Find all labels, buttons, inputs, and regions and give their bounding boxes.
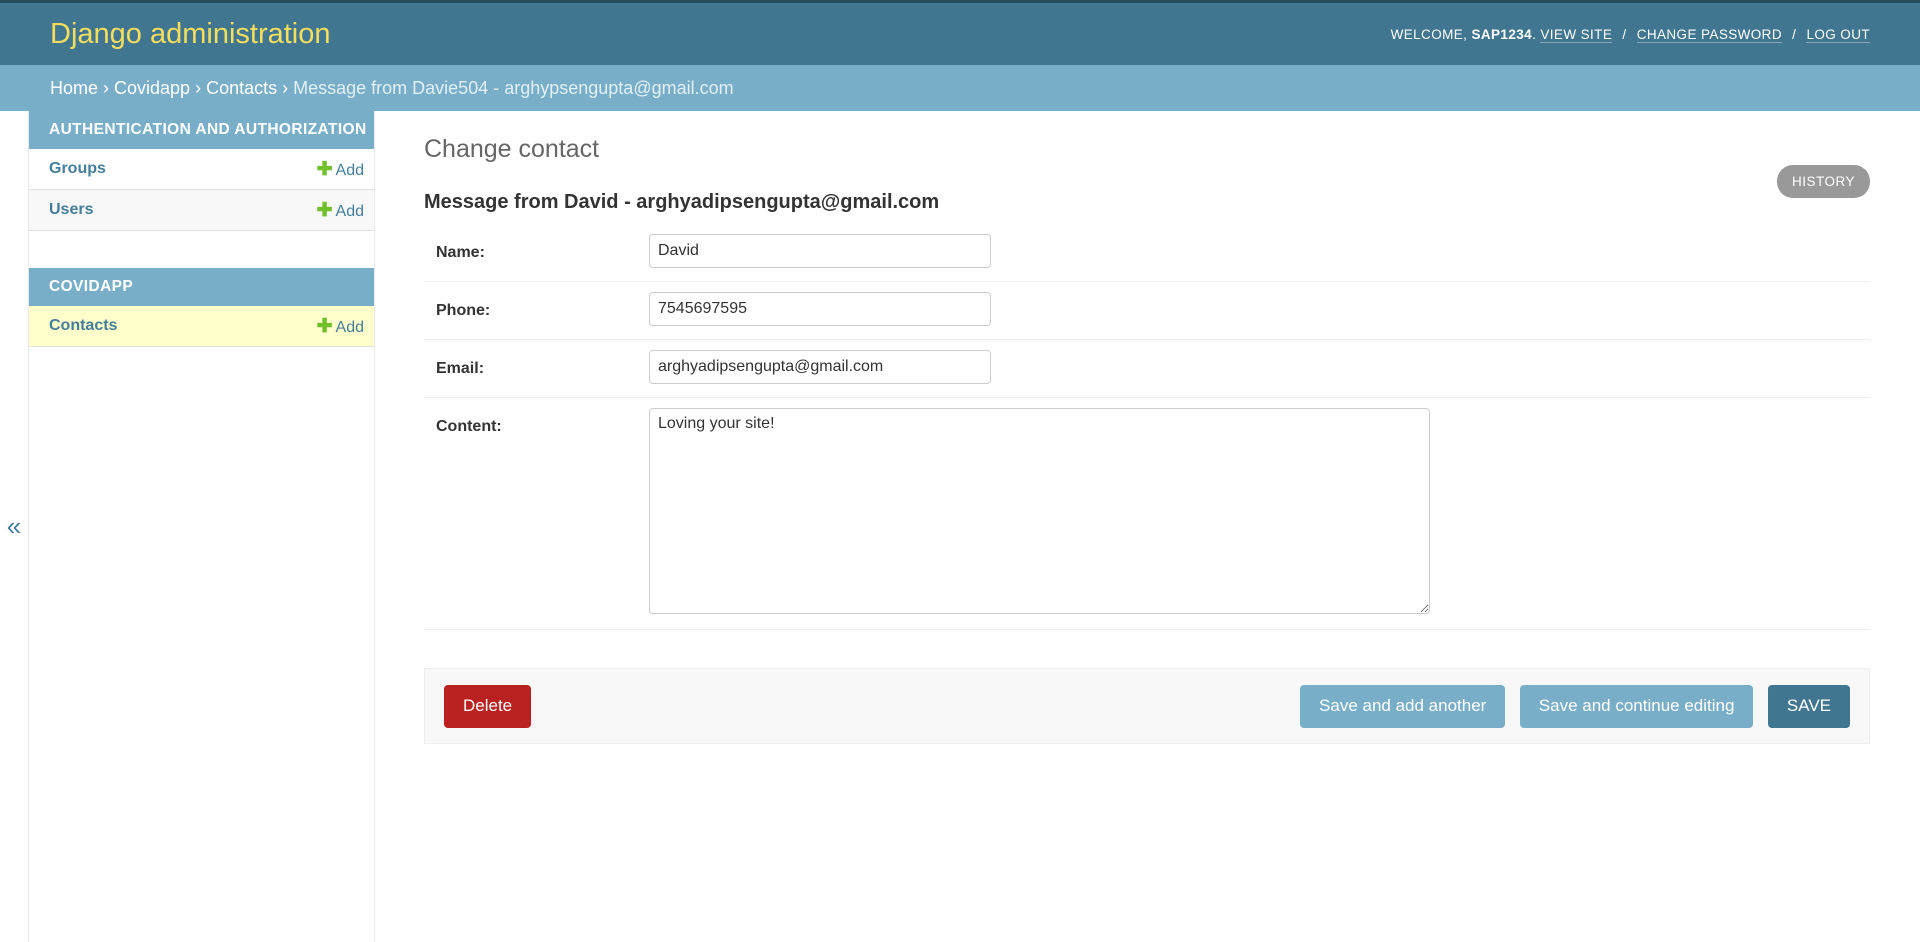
add-label: Add bbox=[335, 202, 364, 220]
page-title: Change contact bbox=[424, 135, 600, 163]
users-add-link[interactable]: ✚ Add bbox=[317, 199, 364, 222]
form-row-phone: Phone: bbox=[424, 282, 1870, 340]
sidebar-toggle-button[interactable]: « bbox=[0, 111, 29, 942]
save-and-add-another-button[interactable]: Save and add another bbox=[1300, 684, 1506, 728]
nav-sidebar: Authentication and Authorization Groups … bbox=[29, 111, 375, 942]
phone-label: Phone: bbox=[436, 302, 491, 319]
breadcrumb-arrow: › bbox=[103, 77, 110, 98]
content-textarea[interactable]: Loving your site! bbox=[649, 408, 1430, 614]
username: SAP1234 bbox=[1471, 26, 1533, 42]
add-label: Add bbox=[335, 161, 364, 179]
plus-icon: ✚ bbox=[316, 158, 333, 180]
sidebar-item-contacts: Contacts ✚ Add bbox=[29, 306, 374, 347]
content-label: Content: bbox=[436, 418, 502, 435]
contacts-add-link[interactable]: ✚ Add bbox=[317, 315, 364, 338]
phone-field[interactable] bbox=[649, 292, 991, 326]
view-site-link[interactable]: VIEW SITE bbox=[1540, 26, 1613, 43]
user-tools: WELCOME, SAP1234. VIEW SITE / CHANGE PAS… bbox=[1390, 26, 1870, 43]
separator: / bbox=[1792, 26, 1797, 42]
form-row-email: Email: bbox=[424, 340, 1870, 398]
delete-button[interactable]: Delete bbox=[444, 684, 532, 728]
save-and-continue-button[interactable]: Save and continue editing bbox=[1519, 684, 1754, 728]
email-label: Email: bbox=[436, 360, 485, 377]
breadcrumb-arrow: › bbox=[195, 77, 202, 98]
module-gap bbox=[29, 231, 374, 268]
separator: / bbox=[1622, 26, 1627, 42]
content: Change contact HISTORY Message from Davi… bbox=[375, 111, 1920, 942]
sidebar-link-contacts[interactable]: Contacts bbox=[49, 317, 117, 335]
change-password-link[interactable]: CHANGE PASSWORD bbox=[1636, 26, 1782, 43]
name-label: Name: bbox=[436, 244, 485, 261]
history-button[interactable]: HISTORY bbox=[1776, 165, 1870, 198]
submit-row: Delete Save and add another Save and con… bbox=[424, 668, 1870, 744]
sidebar-link-groups[interactable]: Groups bbox=[49, 160, 106, 178]
log-out-link[interactable]: LOG OUT bbox=[1806, 26, 1870, 43]
breadcrumb-contacts[interactable]: Contacts bbox=[206, 78, 277, 99]
breadcrumb-arrow: › bbox=[282, 77, 289, 98]
sidebar-item-users: Users ✚ Add bbox=[29, 190, 374, 231]
site-title[interactable]: Django administration bbox=[50, 18, 330, 51]
plus-icon: ✚ bbox=[316, 199, 333, 221]
module-caption-covidapp[interactable]: Covidapp bbox=[29, 268, 374, 306]
add-label: Add bbox=[335, 318, 364, 336]
welcome-text: WELCOME, bbox=[1390, 26, 1468, 42]
breadcrumb: Home › Covidapp › Contacts › Message fro… bbox=[0, 65, 1920, 111]
main: « Authentication and Authorization Group… bbox=[0, 111, 1920, 942]
email-field[interactable] bbox=[649, 350, 991, 384]
object-title: Message from David - arghyadipsengupta@g… bbox=[424, 191, 940, 213]
form-row-name: Name: bbox=[424, 224, 1870, 282]
form-row-content: Content: Loving your site! bbox=[424, 398, 1870, 630]
breadcrumb-covidapp[interactable]: Covidapp bbox=[114, 78, 190, 99]
header: Django administration WELCOME, SAP1234. … bbox=[0, 3, 1920, 65]
plus-icon: ✚ bbox=[316, 315, 333, 337]
breadcrumb-home[interactable]: Home bbox=[50, 78, 98, 99]
save-button[interactable]: SAVE bbox=[1767, 684, 1850, 728]
groups-add-link[interactable]: ✚ Add bbox=[317, 158, 364, 181]
double-chevron-left-icon: « bbox=[6, 511, 22, 541]
sidebar-item-groups: Groups ✚ Add bbox=[29, 149, 374, 190]
save-buttons: Save and add another Save and continue e… bbox=[1290, 684, 1850, 728]
breadcrumb-current: Message from Davie504 - arghypsengupta@g… bbox=[293, 77, 734, 98]
name-field[interactable] bbox=[649, 234, 991, 268]
sidebar-link-users[interactable]: Users bbox=[49, 201, 93, 219]
module-caption-auth[interactable]: Authentication and Authorization bbox=[29, 111, 374, 149]
